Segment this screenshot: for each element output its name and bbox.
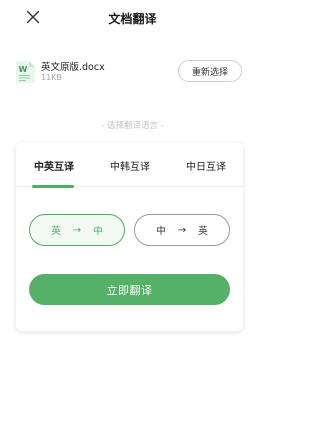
arrow-right-icon: →	[72, 224, 82, 236]
direction-en-to-zh-button[interactable]: 英 → 中	[29, 214, 125, 246]
selected-file: W 英文原版.docx 11KB 重新选择	[16, 58, 249, 88]
translate-now-button[interactable]: 立即翻译	[29, 274, 230, 305]
file-name: 英文原版.docx	[41, 62, 105, 73]
file-size: 11KB	[41, 73, 62, 82]
source-language: 英	[51, 226, 61, 237]
word-document-icon: W	[16, 61, 35, 83]
tab-zh-en[interactable]: 中英互译	[34, 158, 74, 173]
language-section-label: - 选择翻译语言 -	[101, 121, 164, 131]
language-card: 中英互译 中韩互译 中日互译 英 → 中 中 → 英 立即翻译	[16, 143, 243, 331]
source-language: 中	[156, 226, 166, 237]
tab-zh-ja[interactable]: 中日互译	[186, 158, 226, 173]
target-language: 英	[198, 226, 208, 237]
language-pair-tabs: 中英互译 中韩互译 中日互译	[16, 143, 243, 188]
arrow-right-icon: →	[177, 224, 187, 236]
header-bar: 文档翻译	[0, 0, 265, 40]
svg-text:W: W	[19, 65, 28, 74]
direction-zh-to-en-button[interactable]: 中 → 英	[134, 214, 230, 246]
active-tab-indicator	[32, 185, 74, 188]
page-title: 文档翻译	[108, 12, 157, 26]
reselect-file-button[interactable]: 重新选择	[178, 60, 242, 82]
target-language: 中	[93, 226, 103, 237]
tab-zh-ko[interactable]: 中韩互译	[110, 158, 150, 173]
